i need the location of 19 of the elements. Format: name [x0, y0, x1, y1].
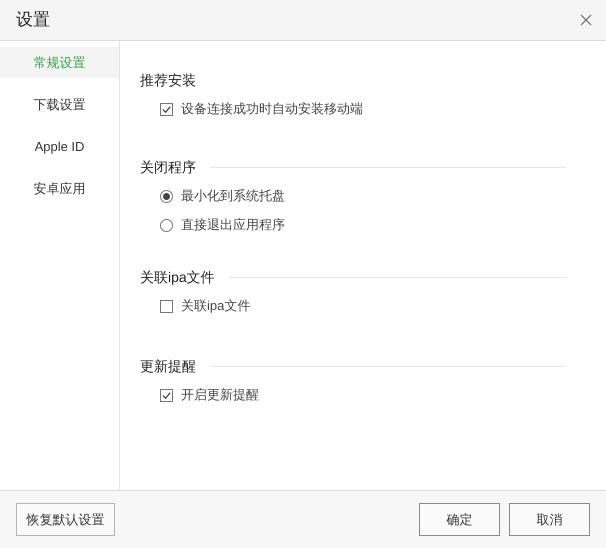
dialog-button[interactable]: 取消 — [509, 503, 590, 536]
checkbox[interactable] — [160, 388, 173, 402]
option-label: 设备连接成功时自动安装移动端 — [181, 100, 363, 118]
checkbox[interactable] — [160, 300, 173, 312]
option-label: 开启更新提醒 — [181, 386, 259, 404]
window-title: 设置 — [16, 9, 50, 32]
radio-button[interactable] — [160, 190, 173, 202]
dialog-button[interactable]: 确定 — [419, 503, 500, 536]
section-title: 更新提醒 — [140, 356, 196, 376]
section-title: 关联ipa文件 — [140, 268, 215, 287]
option-label: 关联ipa文件 — [181, 297, 250, 316]
close-icon[interactable] — [578, 12, 594, 28]
checkbox[interactable] — [160, 102, 173, 116]
radio-button[interactable] — [160, 218, 173, 232]
option-label: 最小化到系统托盘 — [181, 187, 285, 206]
option-label: 直接退出应用程序 — [181, 216, 285, 234]
section-title: 关闭程序 — [140, 158, 196, 176]
section-title: 推荐安装 — [140, 70, 196, 90]
reset-button[interactable]: 恢复默认设置 — [16, 503, 115, 536]
